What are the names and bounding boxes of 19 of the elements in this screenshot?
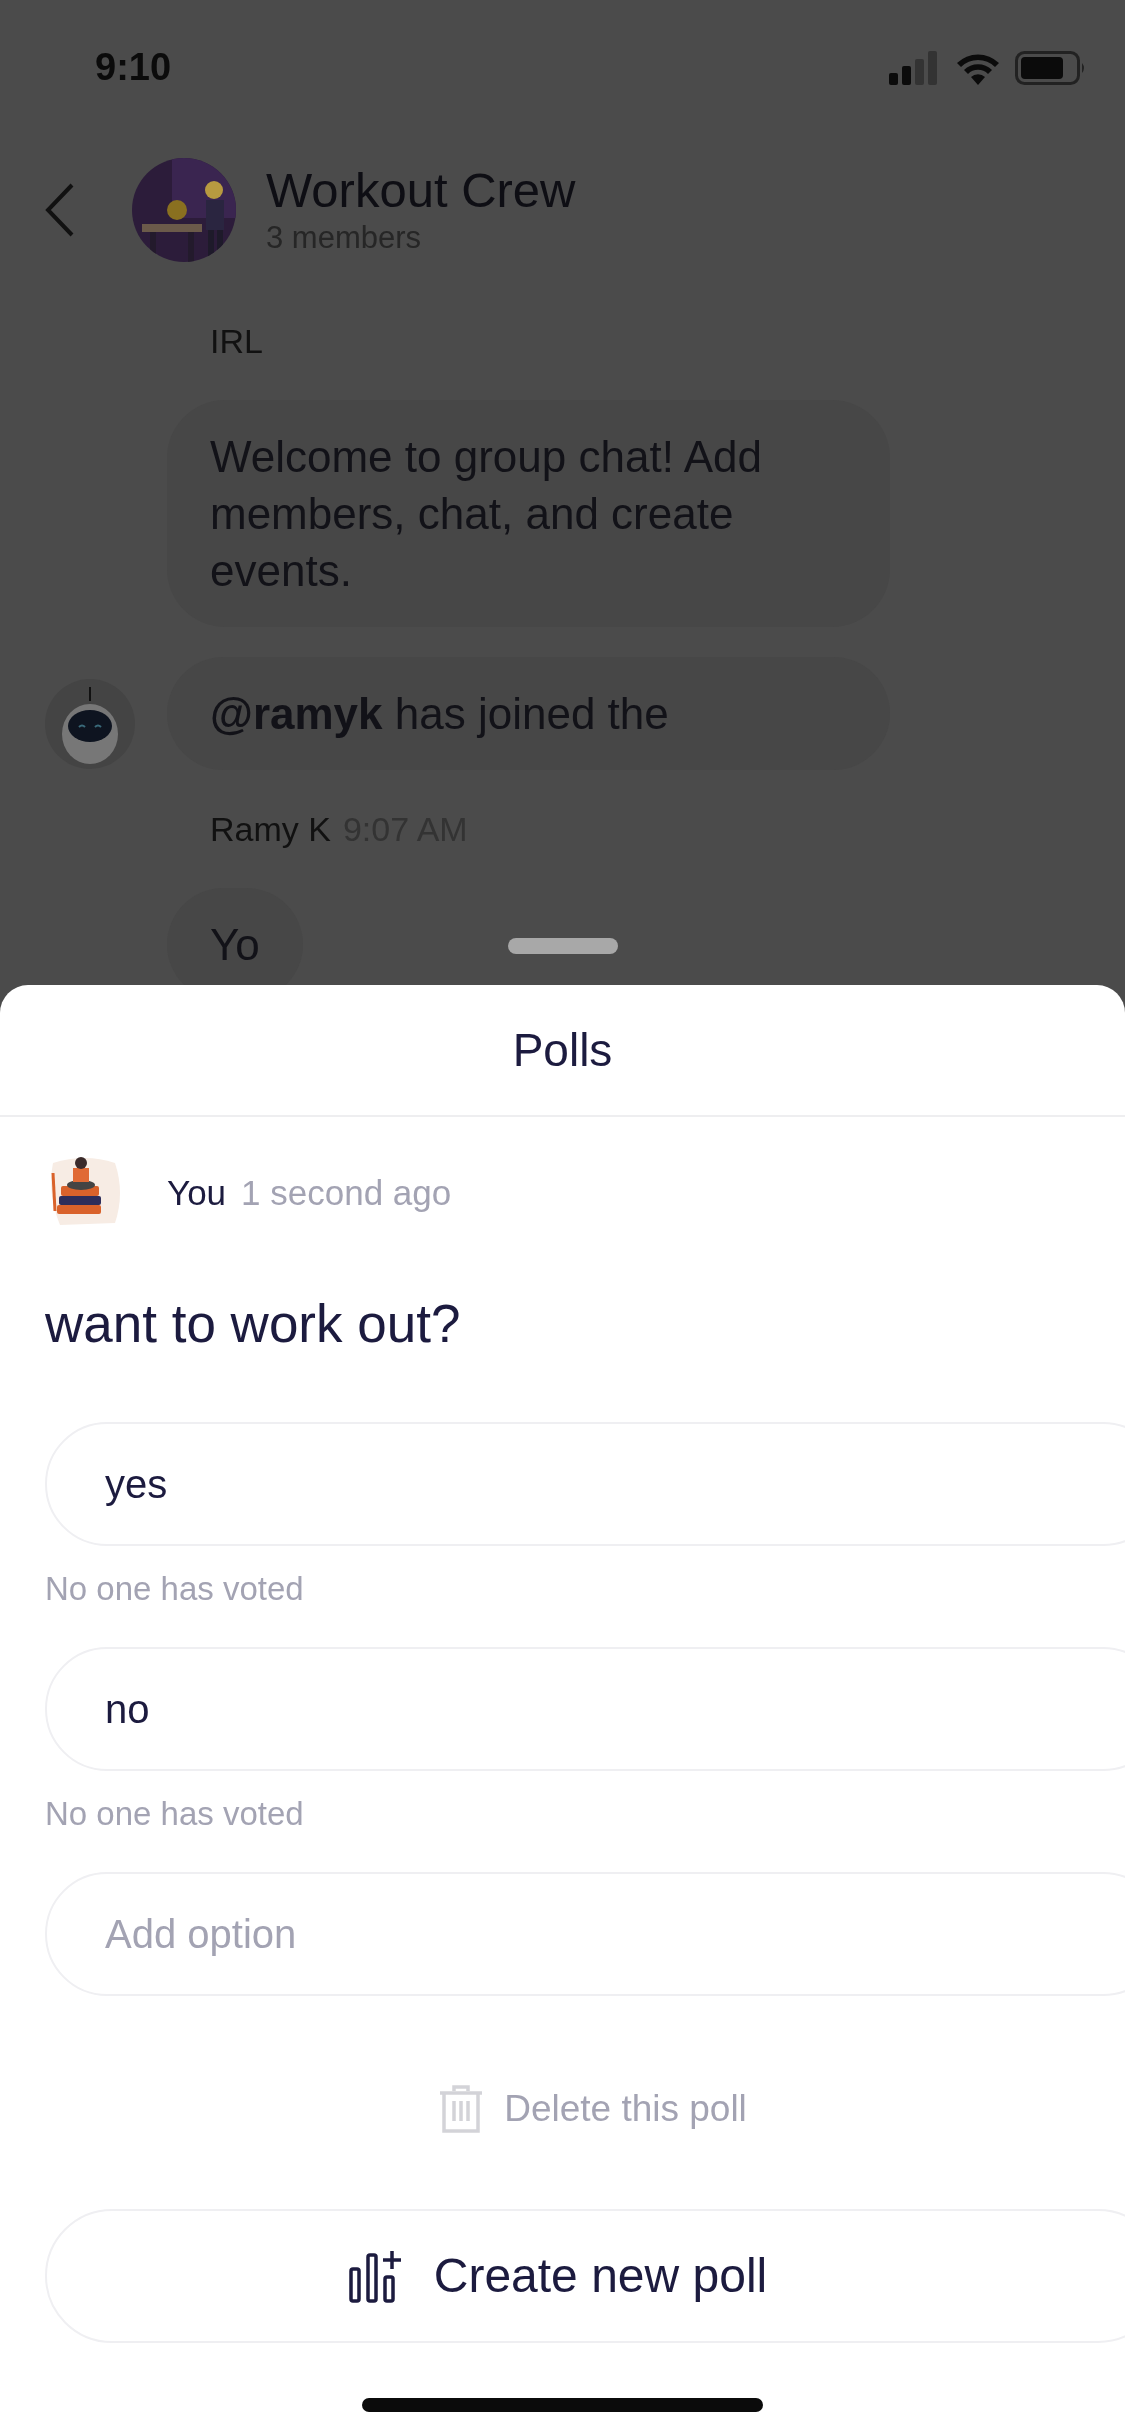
author-name: You (167, 1171, 227, 1214)
sender-name: IRL (210, 320, 263, 362)
poll-option[interactable]: yes (45, 1422, 1125, 1546)
poll-question: want to work out? (44, 1293, 462, 1356)
sender-name: Ramy K (210, 808, 331, 850)
sheet-title: Polls (0, 985, 1125, 1117)
add-option-field[interactable]: Add option (45, 1872, 1125, 1996)
poll-option[interactable]: no (45, 1647, 1125, 1771)
sheet-handle[interactable] (508, 938, 618, 954)
battery-icon (1015, 50, 1087, 85)
chat-title: Workout Crew (266, 162, 576, 218)
vote-count: No one has voted (44, 1569, 305, 1609)
trash-icon (438, 2085, 485, 2133)
add-chart-icon (347, 2249, 402, 2303)
status-time: 9:10 (95, 45, 172, 90)
poll-time: 1 second ago (241, 1171, 452, 1214)
back-icon[interactable] (45, 183, 75, 237)
vote-count: No one has voted (44, 1794, 305, 1834)
create-poll-button[interactable]: Create new poll (45, 2209, 1125, 2343)
